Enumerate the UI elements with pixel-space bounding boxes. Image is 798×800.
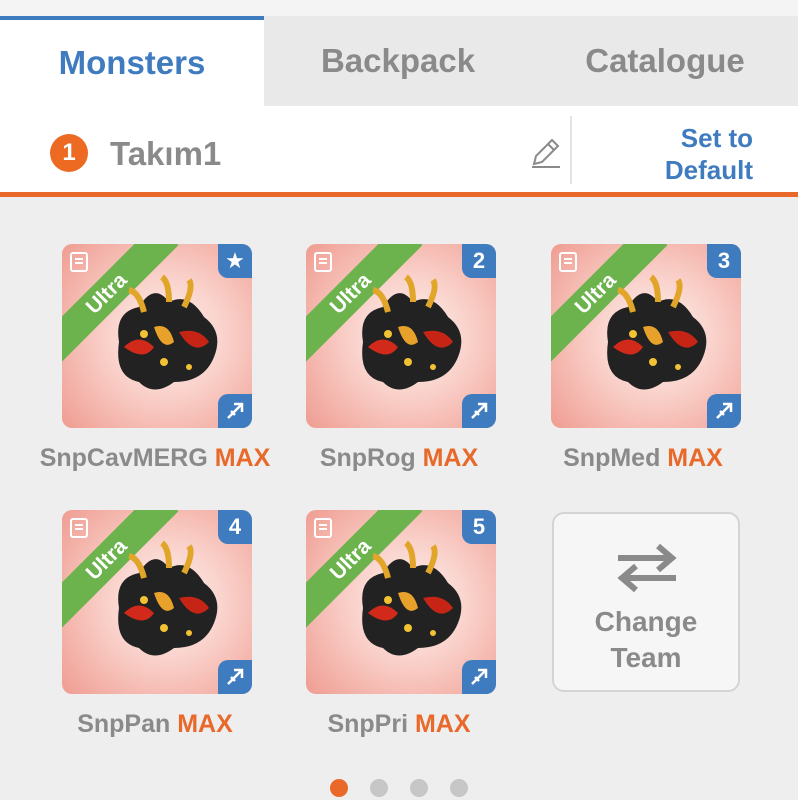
monster-image xyxy=(118,274,218,390)
page-dot-3[interactable] xyxy=(410,779,428,797)
monster-image xyxy=(118,540,218,656)
monster-name: SnpRog MAX xyxy=(269,444,529,473)
book-icon xyxy=(559,252,577,272)
monster-image xyxy=(362,540,462,656)
change-team-label: Change Team xyxy=(554,604,738,676)
page-dot-1[interactable] xyxy=(330,779,348,797)
plane-icon xyxy=(462,660,496,694)
top-strip xyxy=(0,0,798,16)
plane-icon xyxy=(462,394,496,428)
monster-name-text: SnpRog xyxy=(319,444,416,472)
monster-level: MAX xyxy=(177,710,233,738)
swap-arrows-icon xyxy=(617,543,677,592)
set-default-line2: Default xyxy=(664,155,753,185)
book-icon xyxy=(70,518,88,538)
team-name: Takım1 xyxy=(110,135,222,172)
change-team-button[interactable]: Change Team xyxy=(552,512,740,692)
book-icon xyxy=(314,518,332,538)
monster-level: MAX xyxy=(667,444,723,472)
change-team-line1: Change xyxy=(594,606,698,637)
set-to-default-button[interactable]: Set to Default xyxy=(665,122,753,186)
monster-level: MAX xyxy=(214,444,271,472)
monster-card[interactable]: Ultra 3 xyxy=(551,244,741,428)
tab-monsters[interactable]: Monsters xyxy=(0,16,264,106)
change-team-line2: Team xyxy=(610,642,682,673)
monster-card[interactable]: Ultra 5 xyxy=(306,510,496,694)
plane-icon xyxy=(218,660,252,694)
monster-name-text: SnpPan xyxy=(77,710,171,738)
book-icon xyxy=(314,252,332,272)
monster-card[interactable]: Ultra ★ xyxy=(62,244,252,428)
monster-card[interactable]: Ultra 4 xyxy=(62,510,252,694)
monster-name-text: SnpMed xyxy=(563,444,661,472)
divider xyxy=(570,116,572,184)
tab-catalogue[interactable]: Catalogue xyxy=(532,16,798,106)
monster-level: MAX xyxy=(422,444,479,472)
page-dot-4[interactable] xyxy=(450,779,468,797)
monster-name-text: SnpPri xyxy=(327,710,409,738)
monster-name: SnpPri MAX xyxy=(269,710,529,739)
tab-backpack[interactable]: Backpack xyxy=(264,16,532,106)
set-default-line1: Set to xyxy=(680,123,753,153)
monster-image xyxy=(607,274,707,390)
monster-name: SnpMed MAX xyxy=(513,444,773,473)
monster-name: SnpPan MAX xyxy=(25,710,285,739)
monster-name-text: SnpCavMERG xyxy=(39,444,208,472)
monster-name: SnpCavMERG MAX xyxy=(25,444,285,473)
plane-icon xyxy=(218,394,252,428)
monster-card[interactable]: Ultra 2 xyxy=(306,244,496,428)
tab-bar: Monsters Backpack Catalogue xyxy=(0,16,798,106)
monster-level: MAX xyxy=(414,710,471,738)
team-header: 1 Takım1 Set to Default xyxy=(0,106,798,192)
book-icon xyxy=(70,252,88,272)
monster-image xyxy=(362,274,462,390)
plane-icon xyxy=(707,394,741,428)
team-number-badge: 1 xyxy=(50,134,88,172)
edit-pencil-icon[interactable] xyxy=(528,136,562,170)
page-dot-2[interactable] xyxy=(370,779,388,797)
orange-divider xyxy=(0,192,798,197)
